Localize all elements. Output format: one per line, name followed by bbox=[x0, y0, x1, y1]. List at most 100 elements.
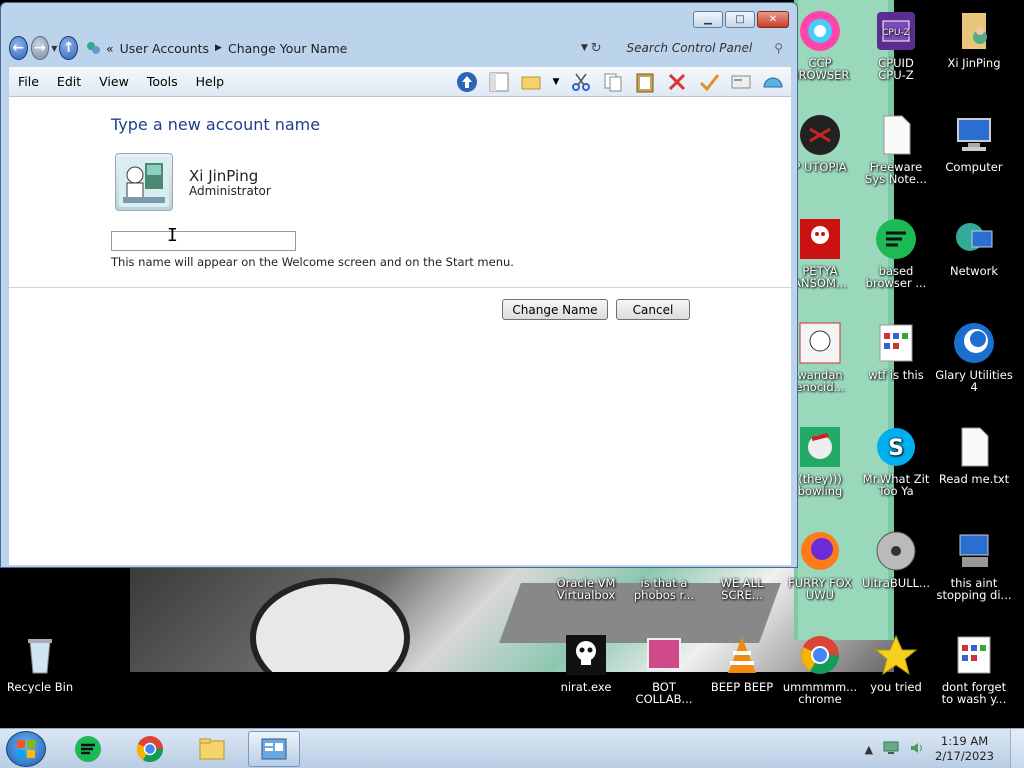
views-icon[interactable] bbox=[729, 70, 753, 94]
star-icon bbox=[873, 632, 919, 678]
forward-button[interactable]: → bbox=[30, 36, 50, 60]
folders-icon[interactable] bbox=[519, 70, 543, 94]
svg-text:S: S bbox=[888, 436, 904, 461]
menu-help[interactable]: Help bbox=[187, 74, 234, 89]
recycle-bin-icon bbox=[17, 632, 63, 678]
content-pane: Type a new account name Xi JinPing Admin… bbox=[9, 97, 791, 565]
menu-file[interactable]: File bbox=[9, 74, 48, 89]
paste-icon[interactable] bbox=[633, 70, 657, 94]
new-account-name-input[interactable] bbox=[111, 231, 296, 251]
app-window-icon bbox=[873, 320, 919, 366]
window-controls: ▁ □ ✕ bbox=[693, 11, 789, 28]
breadcrumb-separator-icon[interactable]: ▶ bbox=[215, 43, 222, 53]
name-hint: This name will appear on the Welcome scr… bbox=[111, 255, 514, 269]
start-button[interactable] bbox=[6, 731, 46, 767]
desktop-icon-freeware[interactable]: Freeware Sys Note... bbox=[856, 112, 936, 185]
folders-dropdown-icon[interactable]: ▼ bbox=[551, 70, 561, 94]
desktop-icon-readme[interactable]: Read me.txt bbox=[934, 424, 1014, 485]
menu-view[interactable]: View bbox=[90, 74, 138, 89]
skull-icon bbox=[797, 216, 843, 262]
recent-pages-dropdown[interactable]: ▼ bbox=[51, 44, 57, 53]
copy-icon[interactable] bbox=[601, 70, 625, 94]
document-icon bbox=[873, 112, 919, 158]
account-name: Xi JinPing bbox=[189, 167, 259, 185]
show-hidden-icons-icon[interactable]: ▲ bbox=[865, 743, 873, 756]
desktop-icon-you-tried[interactable]: you tried bbox=[856, 632, 936, 693]
taskbar-explorer[interactable] bbox=[186, 731, 238, 767]
browser-icon bbox=[797, 8, 843, 54]
browser-icon bbox=[873, 216, 919, 262]
desktop-icon-computer[interactable]: Computer bbox=[934, 112, 1014, 173]
cancel-button[interactable]: Cancel bbox=[616, 299, 690, 320]
divider bbox=[9, 287, 791, 288]
toolbar: ▼ bbox=[455, 70, 791, 94]
taskbar: ▲ 1:19 AM 2/17/2023 bbox=[0, 728, 1024, 768]
desktop-icon-wtf[interactable]: wtf is this bbox=[856, 320, 936, 381]
refresh-icon[interactable]: ↻ bbox=[588, 41, 605, 56]
skull-icon bbox=[563, 632, 609, 678]
navigation-bar: ← → ▼ ↑ « User Accounts ▶ Change Your Na… bbox=[9, 33, 791, 63]
windows-logo-icon bbox=[17, 740, 35, 758]
desktop-icon-wash[interactable]: dont forget to wash y... bbox=[934, 632, 1014, 705]
desktop-icon-user-folder[interactable]: Xi JinPing bbox=[934, 8, 1014, 69]
desktop-icon-nirat[interactable]: nirat.exe bbox=[546, 632, 626, 693]
breadcrumb-change-name[interactable]: Change Your Name bbox=[228, 41, 347, 56]
glary-icon bbox=[951, 320, 997, 366]
desktop-icon-glary[interactable]: Glary Utilities 4 bbox=[934, 320, 1014, 393]
control-panel-icon bbox=[261, 738, 287, 760]
chrome-icon bbox=[136, 736, 164, 763]
account-role: Administrator bbox=[189, 184, 271, 198]
up-button[interactable]: ↑ bbox=[59, 36, 78, 60]
minimize-button[interactable]: ▁ bbox=[693, 11, 723, 28]
desktop-icon-network[interactable]: Network bbox=[934, 216, 1014, 277]
desktop-icon-based-browser[interactable]: based browser ... bbox=[856, 216, 936, 289]
desktop-icon-ultrabull[interactable]: UltraBULL... bbox=[856, 528, 936, 589]
taskbar-notes-app[interactable] bbox=[62, 731, 114, 767]
address-bar[interactable]: « User Accounts ▶ Change Your Name ▼ bbox=[84, 36, 588, 60]
system-tray: ▲ 1:19 AM 2/17/2023 bbox=[865, 729, 1024, 768]
desktop-icon-chrome[interactable]: ummmmm... chrome bbox=[780, 632, 860, 705]
cut-icon[interactable] bbox=[569, 70, 593, 94]
breadcrumb-prefix: « bbox=[105, 40, 114, 56]
pane-icon[interactable] bbox=[487, 70, 511, 94]
menu-tools[interactable]: Tools bbox=[138, 74, 187, 89]
menu-bar: File Edit View Tools Help ▼ bbox=[9, 67, 791, 97]
disc-icon bbox=[873, 528, 919, 574]
menu-edit[interactable]: Edit bbox=[48, 74, 90, 89]
app-window-icon bbox=[951, 632, 997, 678]
desktop-icon-cpuz[interactable]: CPU-Z CPUID CPU-Z bbox=[856, 8, 936, 81]
chrome-icon bbox=[797, 632, 843, 678]
search-box[interactable]: Search Control Panel ⚲ bbox=[613, 36, 791, 60]
breadcrumb-user-accounts[interactable]: User Accounts bbox=[120, 41, 209, 56]
installer-icon bbox=[951, 528, 997, 574]
firefox-icon bbox=[797, 528, 843, 574]
taskbar-control-panel[interactable] bbox=[248, 731, 300, 767]
text-cursor-icon: I bbox=[167, 225, 178, 246]
change-name-button[interactable]: Change Name bbox=[502, 299, 608, 320]
desktop-icon-bot-collab[interactable]: BOT COLLAB... bbox=[624, 632, 704, 705]
sea-shell-icon[interactable] bbox=[761, 70, 785, 94]
up-folder-icon[interactable] bbox=[455, 70, 479, 94]
svg-text:CPU-Z: CPU-Z bbox=[882, 28, 910, 38]
show-desktop-button[interactable] bbox=[1010, 729, 1024, 768]
desktop-icon-vlc[interactable]: BEEP BEEP bbox=[702, 632, 782, 693]
taskbar-chrome[interactable] bbox=[124, 731, 176, 767]
back-button[interactable]: ← bbox=[9, 36, 28, 60]
properties-check-icon[interactable] bbox=[697, 70, 721, 94]
maximize-button[interactable]: □ bbox=[725, 11, 755, 28]
app-icon bbox=[641, 632, 687, 678]
clock-date: 2/17/2023 bbox=[935, 749, 994, 763]
close-button[interactable]: ✕ bbox=[757, 11, 789, 28]
desktop-icon-installer[interactable]: this aint stopping di... bbox=[934, 528, 1014, 601]
control-panel-icon bbox=[84, 39, 102, 57]
desktop-icon-skype[interactable]: S Mr.What Zit Too Ya bbox=[856, 424, 936, 497]
search-placeholder: Search Control Panel bbox=[626, 41, 753, 55]
volume-icon[interactable] bbox=[909, 741, 925, 758]
delete-icon[interactable] bbox=[665, 70, 689, 94]
desktop-icon-recycle-bin[interactable]: Recycle Bin bbox=[0, 632, 80, 693]
network-tray-icon[interactable] bbox=[883, 741, 899, 758]
address-dropdown-icon[interactable]: ▼ bbox=[581, 43, 588, 53]
image-icon bbox=[797, 320, 843, 366]
search-icon[interactable]: ⚲ bbox=[774, 41, 783, 55]
clock[interactable]: 1:19 AM 2/17/2023 bbox=[935, 734, 994, 764]
